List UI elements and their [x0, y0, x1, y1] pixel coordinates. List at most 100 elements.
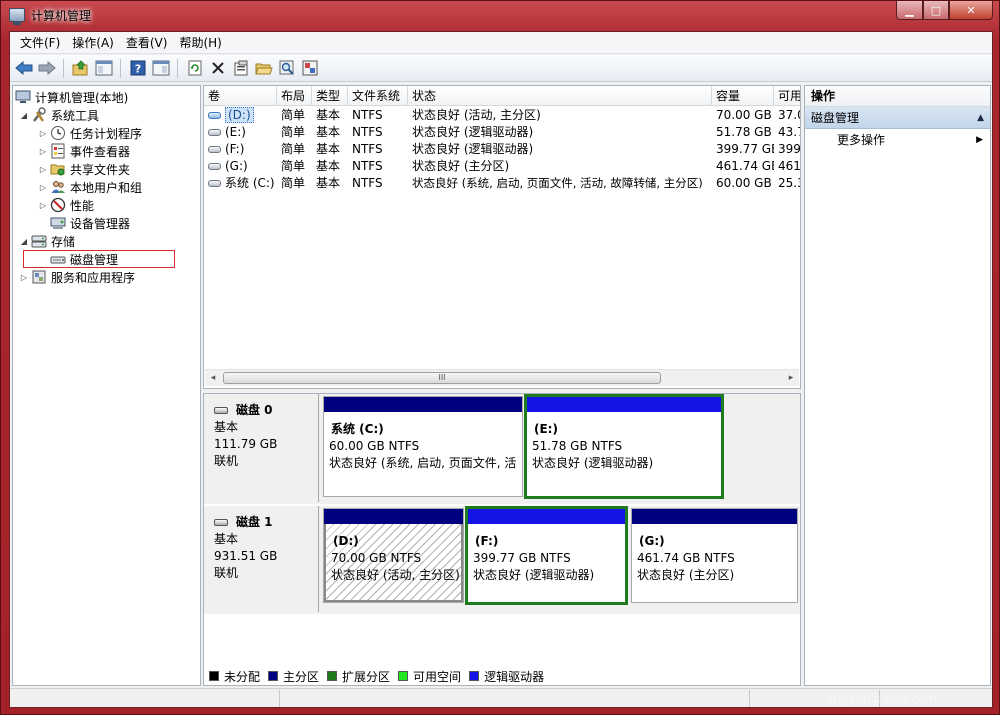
disk-name: 磁盘 0 — [236, 403, 273, 417]
help-button[interactable]: ? — [127, 58, 148, 79]
tree-label: 系统工具 — [51, 108, 100, 123]
clock-icon — [50, 125, 66, 141]
toolbar-separator — [63, 58, 64, 78]
column-header-status[interactable]: 状态 — [408, 86, 712, 106]
tree-item-root[interactable]: 计算机管理(本地) — [15, 88, 128, 106]
cell-type: 基本 — [316, 108, 341, 122]
table-row[interactable]: (G:) 简单 基本 NTFS 状态良好 (主分区) 461.74 GB 461 — [204, 158, 800, 175]
find-button[interactable] — [276, 58, 297, 79]
menu-action[interactable]: 操作(A) — [66, 33, 120, 53]
cell-status: 状态良好 (活动, 主分区) — [412, 108, 541, 122]
minimize-button[interactable]: ▁ — [896, 1, 923, 20]
tree-item-local-users[interactable]: ▷ 本地用户和组 — [38, 178, 142, 196]
tree-item-services-apps[interactable]: ▷ 服务和应用程序 — [19, 268, 135, 286]
center-pane: 卷 布局 类型 文件系统 状态 容量 可用 (D:) 简单 基本 NTFS 状态… — [203, 85, 801, 686]
partition-g[interactable]: (G:) 461.74 GB NTFS 状态良好 (主分区) — [631, 508, 798, 603]
table-row[interactable]: (E:) 简单 基本 NTFS 状态良好 (逻辑驱动器) 51.78 GB 43… — [204, 124, 800, 141]
expand-arrow-icon[interactable]: ▷ — [38, 165, 48, 174]
tree-label: 性能 — [70, 198, 95, 213]
tree-item-event-viewer[interactable]: ▷ 事件查看器 — [38, 142, 130, 160]
column-header-layout[interactable]: 布局 — [277, 86, 312, 106]
console-tree-button[interactable] — [93, 58, 114, 79]
cell-volume-text: (F:) — [225, 142, 245, 156]
open-button[interactable] — [253, 58, 274, 79]
table-row[interactable]: (F:) 简单 基本 NTFS 状态良好 (逻辑驱动器) 399.77 GB 3… — [204, 141, 800, 158]
cell-status: 状态良好 (系统, 启动, 页面文件, 活动, 故障转储, 主分区) — [412, 176, 703, 190]
column-header-filesystem[interactable]: 文件系统 — [348, 86, 408, 106]
back-button[interactable] — [13, 58, 34, 79]
tree-label: 设备管理器 — [70, 216, 131, 231]
tree-item-shared-folders[interactable]: ▷ 共享文件夹 — [38, 160, 130, 178]
cell-volume: (E:) — [204, 124, 277, 141]
delete-button[interactable] — [207, 58, 228, 79]
partition-d[interactable]: (D:) 70.00 GB NTFS 状态良好 (活动, 主分区) — [323, 508, 464, 603]
cell-volume-text: (G:) — [225, 159, 248, 173]
collapse-arrow-icon[interactable]: ◢ — [19, 237, 29, 246]
collapse-arrow-icon[interactable]: ◢ — [19, 111, 29, 120]
tree-item-storage[interactable]: ◢ 存储 — [19, 232, 75, 250]
cell-volume: (D:) — [204, 107, 277, 124]
partition-status: 状态良好 (逻辑驱动器) — [532, 456, 654, 470]
refresh-button[interactable] — [184, 58, 205, 79]
more-actions-item[interactable]: 更多操作 ▶ — [805, 129, 990, 151]
drive-icon — [208, 129, 221, 136]
disk-label-0[interactable]: 磁盘 0 基本 111.79 GB 联机 — [205, 394, 319, 502]
minimize-icon: ▁ — [905, 3, 914, 17]
scroll-thumb[interactable]: III — [223, 372, 661, 384]
cell-free: 25.3 — [778, 176, 800, 190]
tree-item-task-scheduler[interactable]: ▷ 任务计划程序 — [38, 124, 142, 142]
partition-status: 状态良好 (活动, 主分区) — [331, 568, 460, 582]
legend-swatch — [268, 671, 279, 681]
action-pane-button[interactable] — [150, 58, 171, 79]
selection-highlight — [23, 250, 175, 268]
maximize-button[interactable]: □ — [923, 1, 949, 20]
menu-view[interactable]: 查看(V) — [120, 33, 174, 53]
column-header-volume[interactable]: 卷 — [204, 86, 277, 106]
table-row[interactable]: (D:) 简单 基本 NTFS 状态良好 (活动, 主分区) 70.00 GB … — [204, 107, 800, 124]
expand-arrow-icon[interactable]: ▷ — [38, 201, 48, 210]
forward-button[interactable] — [36, 58, 57, 79]
horizontal-scrollbar[interactable]: ◂ III ▸ — [205, 369, 799, 386]
disk-label-1[interactable]: 磁盘 1 基本 931.51 GB 联机 — [205, 506, 319, 612]
up-button[interactable] — [70, 58, 91, 79]
menu-help[interactable]: 帮助(H) — [173, 33, 227, 53]
submenu-arrow-icon: ▶ — [976, 135, 983, 145]
partition-c[interactable]: 系统 (C:) 60.00 GB NTFS 状态良好 (系统, 启动, 页面文件… — [323, 396, 523, 497]
tree-label: 本地用户和组 — [70, 180, 143, 195]
expand-arrow-icon[interactable]: ▷ — [38, 129, 48, 138]
settings-icon — [302, 60, 317, 76]
partition-status: 状态良好 (逻辑驱动器) — [473, 568, 595, 582]
column-header-type[interactable]: 类型 — [312, 86, 348, 106]
cell-volume: (F:) — [204, 141, 277, 158]
column-header-capacity[interactable]: 容量 — [712, 86, 774, 106]
disk-size: 931.51 GB — [214, 549, 278, 563]
expand-arrow-icon[interactable]: ▷ — [19, 273, 29, 282]
collapse-up-icon[interactable]: ▲ — [977, 107, 984, 129]
maximize-icon: □ — [930, 3, 942, 17]
partition-f[interactable]: (F:) 399.77 GB NTFS 状态良好 (逻辑驱动器) — [465, 506, 628, 605]
scroll-right-icon[interactable]: ▸ — [786, 373, 796, 383]
partition-e[interactable]: (E:) 51.78 GB NTFS 状态良好 (逻辑驱动器) — [524, 394, 724, 499]
expand-arrow-icon[interactable]: ▷ — [38, 147, 48, 156]
title-bar[interactable]: 计算机管理 ▁ □ ✕ — [1, 1, 1000, 31]
cell-status: 状态良好 (主分区) — [412, 159, 510, 173]
actions-section-disk-management[interactable]: 磁盘管理 ▲ — [805, 107, 990, 129]
expand-arrow-icon[interactable]: ▷ — [38, 183, 48, 192]
legend: 未分配 主分区 扩展分区 可用空间 逻辑驱动器 — [209, 669, 552, 684]
tree-item-device-manager[interactable]: 设备管理器 — [50, 214, 130, 232]
scroll-left-icon[interactable]: ◂ — [208, 373, 218, 383]
disk-icon — [214, 407, 228, 414]
event-viewer-icon — [50, 143, 66, 159]
show-hide-action-pane-icon — [152, 60, 169, 76]
partition-bar — [468, 509, 625, 524]
table-row[interactable]: 系统 (C:) 简单 基本 NTFS 状态良好 (系统, 启动, 页面文件, 活… — [204, 175, 800, 192]
settings-button[interactable] — [299, 58, 320, 79]
column-header-free[interactable]: 可用 — [774, 86, 800, 106]
properties-button[interactable] — [230, 58, 251, 79]
more-actions-label: 更多操作 — [837, 133, 886, 147]
tree-item-system-tools[interactable]: ◢ 系统工具 — [19, 106, 99, 124]
close-button[interactable]: ✕ — [949, 1, 993, 20]
partition-body: (G:) 461.74 GB NTFS 状态良好 (主分区) — [632, 524, 797, 602]
menu-file[interactable]: 文件(F) — [14, 33, 66, 53]
tree-item-performance[interactable]: ▷ 性能 — [38, 196, 94, 214]
